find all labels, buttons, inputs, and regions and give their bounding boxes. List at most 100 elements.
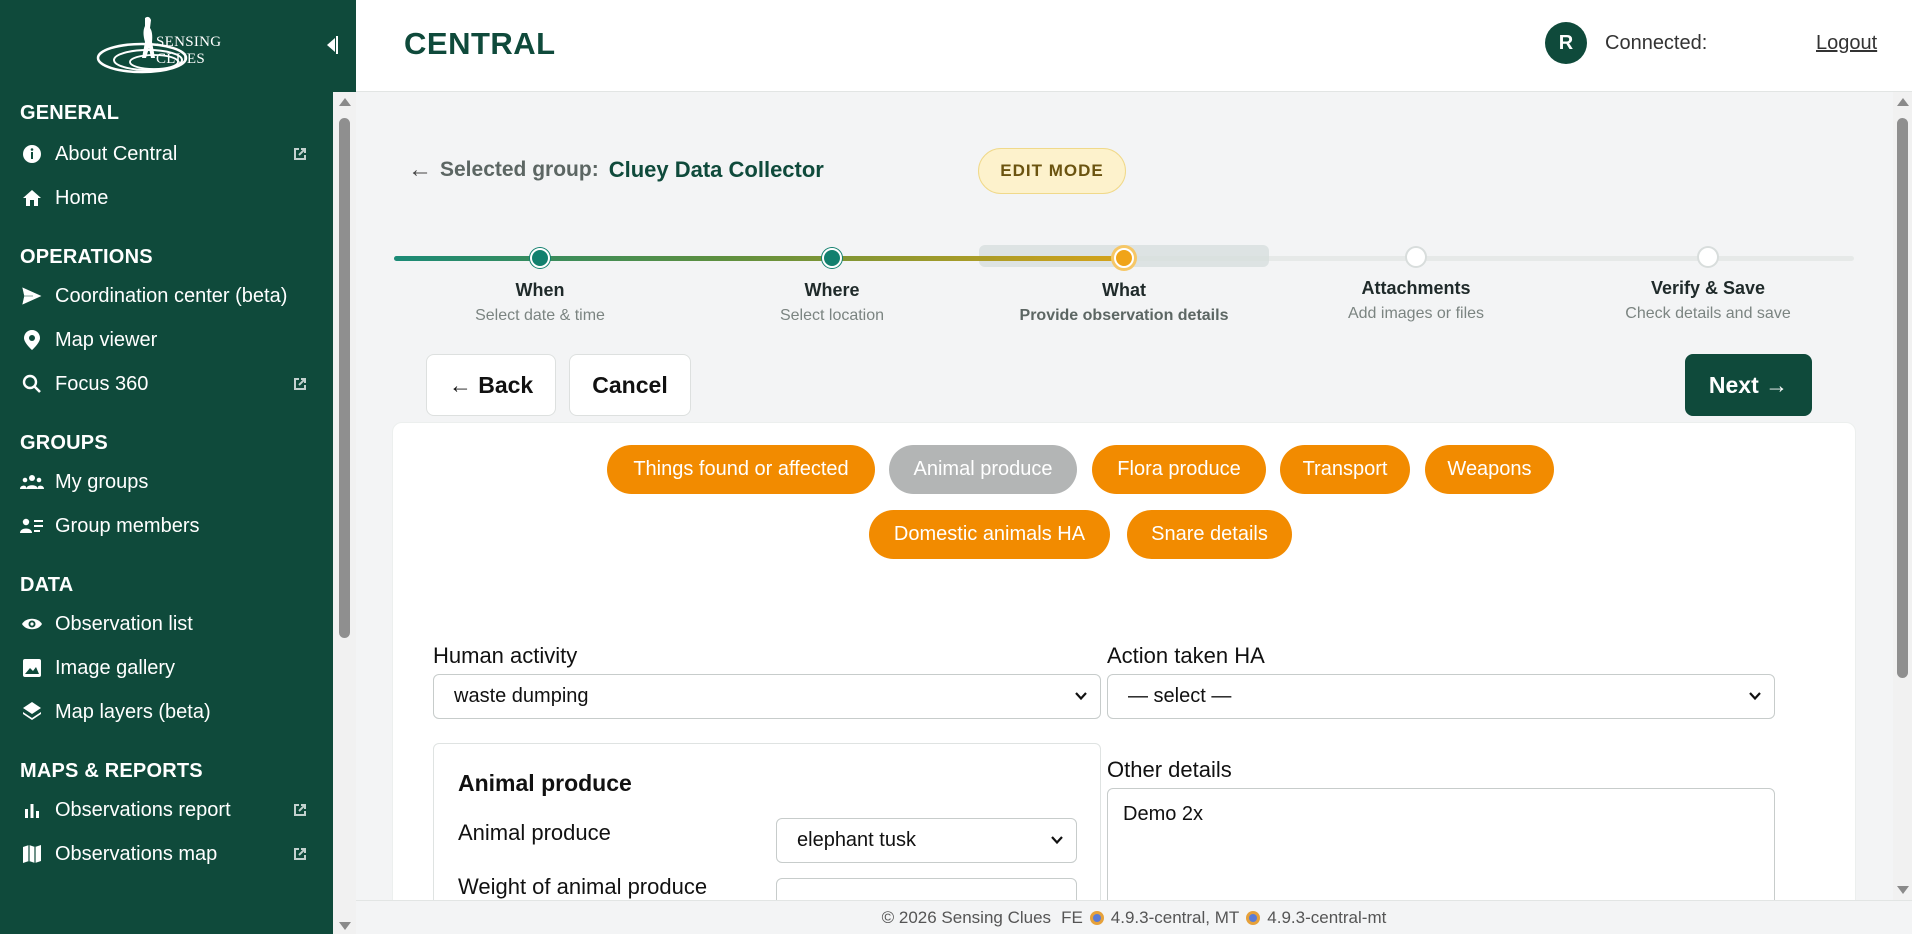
sidebar-item-home[interactable]: Home — [0, 176, 333, 220]
category-weapons[interactable]: Weapons — [1425, 445, 1554, 494]
scroll-up-icon[interactable] — [339, 98, 351, 106]
scroll-up-icon[interactable] — [1897, 98, 1909, 106]
step-title: Attachments — [1361, 278, 1471, 298]
step-what[interactable]: What Provide observation details — [994, 242, 1254, 325]
step-attachments[interactable]: Attachments Add images or files — [1286, 242, 1546, 323]
section-operations: OPERATIONS — [0, 220, 333, 274]
cancel-button[interactable]: Cancel — [569, 354, 691, 416]
chevron-down-icon — [1075, 692, 1087, 701]
scrollbar-thumb[interactable] — [339, 118, 350, 638]
step-dot — [1407, 248, 1425, 266]
section-maps-reports: MAPS & REPORTS — [0, 734, 333, 788]
scroll-down-icon[interactable] — [339, 922, 351, 930]
selected-group-name: Cluey Data Collector — [608, 157, 824, 182]
human-activity-label: Human activity — [433, 643, 578, 668]
copyright-text: © 2026 Sensing Clues — [881, 907, 1052, 927]
sidebar-scrollbar[interactable] — [333, 92, 356, 934]
map-pin-icon — [20, 328, 44, 352]
sidebar-item-observations-map[interactable]: Observations map — [0, 832, 333, 876]
action-taken-label: Action taken HA — [1107, 643, 1265, 668]
step-dot — [1114, 248, 1134, 268]
category-domestic-animals-ha[interactable]: Domestic animals HA — [869, 510, 1110, 559]
action-taken-select[interactable]: — select — — [1107, 674, 1775, 719]
main-content: ← Selected group: Cluey Data Collector E… — [356, 92, 1900, 900]
logo-text: SENSING CLUES — [156, 34, 222, 67]
info-icon — [20, 142, 44, 166]
other-details-textarea[interactable]: Demo 2x — [1107, 788, 1775, 900]
sensing-clues-logo[interactable]: SENSING CLUES — [92, 12, 262, 76]
sidebar-item-observations-report[interactable]: Observations report — [0, 788, 333, 832]
sidebar-item-image-gallery[interactable]: Image gallery — [0, 646, 333, 690]
map-icon — [20, 842, 44, 866]
step-title: What — [1102, 280, 1146, 300]
next-button[interactable]: Next → — [1685, 354, 1812, 416]
external-link-icon — [291, 801, 309, 819]
step-dot — [530, 248, 550, 268]
home-icon — [20, 186, 44, 210]
sidebar-item-label: My groups — [55, 470, 149, 493]
groups-icon — [20, 470, 44, 494]
weight-input[interactable] — [776, 878, 1077, 900]
sidebar-item-observation-list[interactable]: Observation list — [0, 602, 333, 646]
scroll-down-icon[interactable] — [1897, 886, 1909, 894]
sidebar-nav: GENERAL About Central Home OPERATIONS Co… — [0, 92, 333, 934]
sidebar-item-label: About Central — [55, 142, 178, 165]
category-animal-produce[interactable]: Animal produce — [889, 445, 1077, 494]
sidebar-item-map-layers[interactable]: Map layers (beta) — [0, 690, 333, 734]
fe-label: FE — [1061, 907, 1083, 927]
weight-label: Weight of animal produce — [458, 874, 708, 899]
external-link-icon — [291, 375, 309, 393]
back-arrow-icon[interactable]: ← — [408, 156, 432, 184]
search-icon — [20, 372, 44, 396]
step-when[interactable]: When Select date & time — [410, 242, 670, 325]
sidebar-item-my-groups[interactable]: My groups — [0, 460, 333, 504]
sidebar-item-coordination-center[interactable]: Coordination center (beta) — [0, 274, 333, 318]
sidebar-item-group-members[interactable]: Group members — [0, 504, 333, 548]
section-groups: GROUPS — [0, 406, 333, 460]
sidebar-item-label: Image gallery — [55, 656, 176, 679]
step-where[interactable]: Where Select location — [702, 242, 962, 325]
category-snare-details[interactable]: Snare details — [1127, 510, 1292, 559]
sidebar-item-label: Map layers (beta) — [55, 700, 211, 723]
step-title: Where — [804, 280, 860, 300]
animal-produce-label: Animal produce — [458, 820, 611, 845]
section-title: GROUPS — [20, 432, 108, 454]
step-subtitle: Add images or files — [1347, 305, 1485, 322]
sidebar-item-label: Observations map — [55, 842, 218, 865]
app-title: CENTRAL — [404, 26, 556, 61]
step-dot — [822, 248, 842, 268]
logout-link[interactable]: Logout — [1816, 32, 1877, 55]
bar-chart-icon — [20, 798, 44, 822]
main-scrollbar[interactable] — [1893, 92, 1912, 900]
image-icon — [20, 656, 44, 680]
category-things-found[interactable]: Things found or affected — [607, 445, 875, 494]
external-link-icon — [291, 145, 309, 163]
category-flora-produce[interactable]: Flora produce — [1092, 445, 1266, 494]
sidebar-item-focus-360[interactable]: Focus 360 — [0, 362, 333, 406]
sidebar-item-label: Home — [55, 186, 109, 209]
eye-icon — [20, 612, 44, 636]
logo-area: SENSING CLUES — [0, 0, 356, 92]
back-button[interactable]: ← Back — [426, 354, 556, 416]
sidebar-item-map-viewer[interactable]: Map viewer — [0, 318, 333, 362]
observation-details-card: Things found or affected Animal produce … — [392, 422, 1856, 900]
step-subtitle: Provide observation details — [1019, 307, 1229, 324]
animal-produce-select[interactable]: elephant tusk — [776, 818, 1077, 863]
select-value: waste dumping — [454, 685, 589, 707]
animal-produce-section: Animal produce Animal produce elephant t… — [433, 743, 1101, 900]
section-data: DATA — [0, 548, 333, 602]
avatar[interactable]: R — [1545, 22, 1587, 64]
step-verify-save[interactable]: Verify & Save Check details and save — [1578, 242, 1838, 323]
human-activity-select[interactable]: waste dumping — [433, 674, 1101, 719]
sidebar-item-label: Group members — [55, 514, 200, 537]
external-link-icon — [291, 845, 309, 863]
footer: © 2026 Sensing Clues FE 4.9.3-central, M… — [356, 900, 1912, 934]
send-icon — [20, 284, 44, 308]
scrollbar-thumb[interactable] — [1897, 118, 1908, 678]
members-icon — [20, 514, 44, 538]
sidebar-item-about-central[interactable]: About Central — [0, 132, 333, 176]
category-transport[interactable]: Transport — [1280, 445, 1410, 494]
section-title: GENERAL — [20, 102, 120, 124]
selected-group-label: Selected group: — [440, 158, 599, 181]
collapse-sidebar-icon[interactable] — [324, 30, 340, 60]
